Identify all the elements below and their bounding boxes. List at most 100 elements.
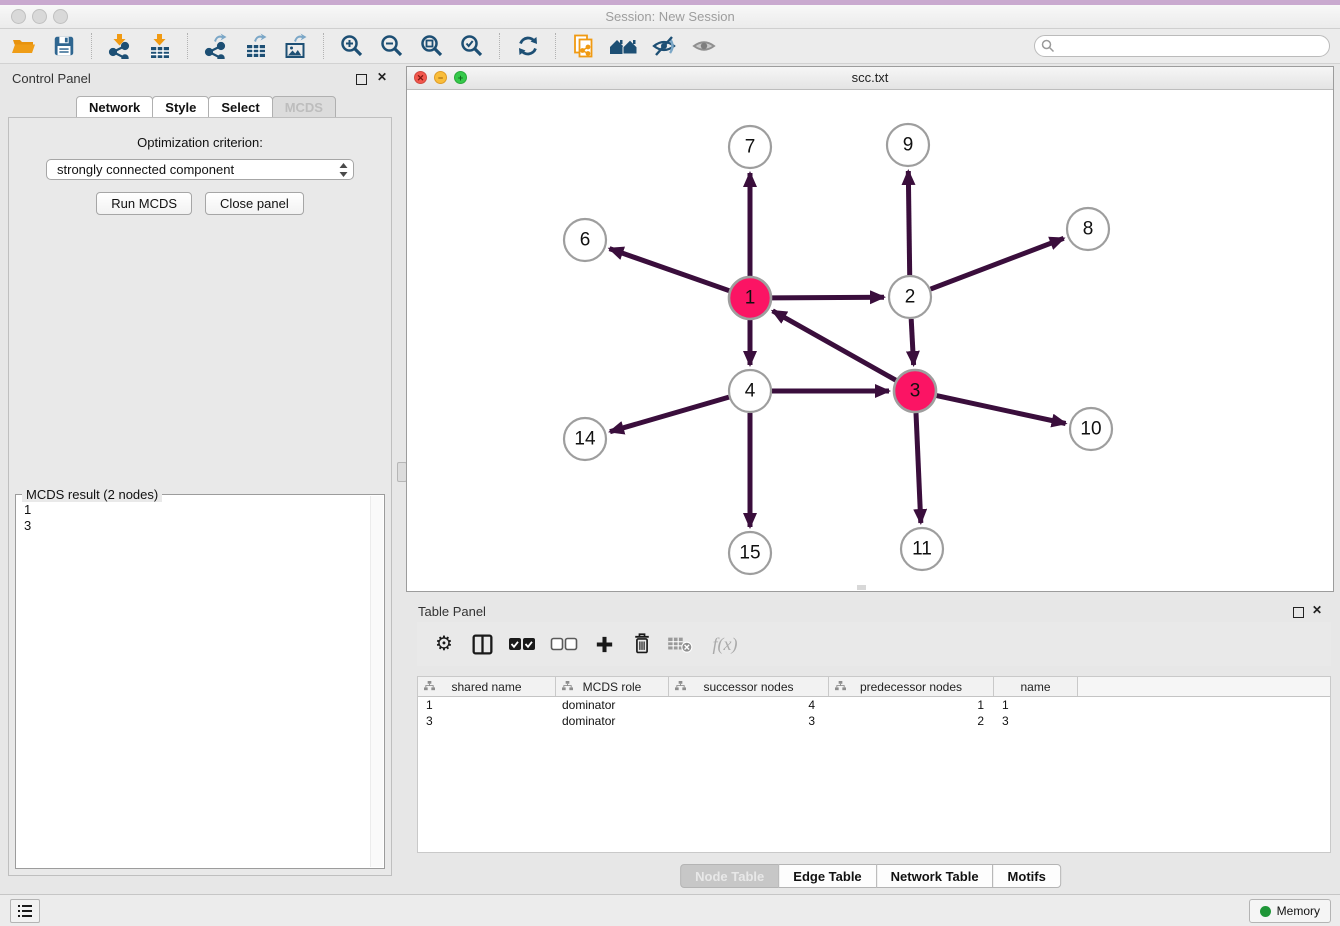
export-table-button[interactable] (240, 32, 272, 60)
node-label-9: 9 (903, 135, 914, 156)
task-history-button[interactable] (10, 899, 40, 923)
network-document-icon (571, 33, 597, 59)
import-network-button[interactable] (104, 32, 136, 60)
edge-2-8[interactable] (931, 238, 1064, 289)
table-row[interactable]: 1 dominator 4 1 1 (418, 697, 1330, 713)
cell-predecessor-nodes[interactable]: 1 (829, 698, 994, 712)
cell-successor-nodes[interactable]: 4 (669, 698, 829, 712)
save-session-button[interactable] (48, 32, 80, 60)
delete-column-button[interactable] (629, 632, 655, 656)
tab-mcds[interactable]: MCDS (272, 96, 336, 118)
network-window-titlebar[interactable]: ✕ − + scc.txt (407, 67, 1333, 90)
cell-successor-nodes[interactable]: 3 (669, 714, 829, 728)
network-canvas[interactable]: 1234678910111415 (407, 90, 1333, 591)
import-network-icon (107, 33, 133, 59)
function-builder-button[interactable]: f(x) (705, 634, 745, 655)
column-header-mcds-role[interactable]: MCDS role (556, 677, 669, 696)
zoom-fit-button[interactable] (416, 32, 448, 60)
edge-3-10[interactable] (937, 396, 1066, 424)
cell-predecessor-nodes[interactable]: 2 (829, 714, 994, 728)
zoom-in-icon (339, 33, 365, 59)
show-columns-button[interactable] (469, 633, 495, 656)
node-label-15: 15 (739, 543, 760, 564)
delete-table-icon (667, 634, 693, 654)
column-header-name[interactable]: name (994, 677, 1078, 696)
hide-selected-button[interactable] (648, 32, 680, 60)
zoom-in-button[interactable] (336, 32, 368, 60)
header-filler (1078, 677, 1330, 696)
node-label-3: 3 (910, 381, 921, 402)
close-panel-icon[interactable]: ✕ (377, 70, 387, 84)
export-network-button[interactable] (200, 32, 232, 60)
close-table-panel-icon[interactable]: ✕ (1312, 603, 1322, 617)
tab-style[interactable]: Style (152, 96, 209, 118)
export-image-button[interactable] (280, 32, 312, 60)
tab-node-table[interactable]: Node Table (680, 864, 779, 888)
column-header-predecessor-nodes[interactable]: predecessor nodes (829, 677, 994, 696)
network-view-window: ✕ − + scc.txt 1234678910111415 (406, 66, 1334, 592)
canvas-resize-grip[interactable] (857, 585, 866, 590)
create-column-button[interactable] (591, 634, 617, 655)
mcds-result-group: MCDS result (2 nodes) 1 3 (15, 494, 385, 869)
unchecked-boxes-icon (550, 636, 578, 652)
tab-edge-table[interactable]: Edge Table (778, 864, 876, 888)
apply-layout-button[interactable] (512, 32, 544, 60)
select-all-columns-button[interactable] (507, 636, 537, 652)
export-network-icon (203, 33, 229, 59)
network-minimize-button[interactable]: − (434, 71, 447, 84)
float-panel-icon[interactable] (356, 74, 367, 85)
show-all-button[interactable] (608, 32, 640, 60)
edge-1-2[interactable] (772, 297, 884, 298)
eye-icon (691, 33, 717, 59)
close-panel-button[interactable]: Close panel (205, 192, 304, 215)
open-session-button[interactable] (8, 32, 40, 60)
import-table-button[interactable] (144, 32, 176, 60)
list-icon (17, 904, 33, 918)
criterion-dropdown[interactable]: strongly connected component (46, 159, 354, 180)
table-row[interactable]: 3 dominator 3 2 3 (418, 713, 1330, 729)
float-table-panel-icon[interactable] (1293, 607, 1304, 618)
result-scrollbar[interactable] (370, 496, 383, 867)
table-settings-button[interactable]: ⚙ (431, 633, 457, 655)
tab-motifs[interactable]: Motifs (993, 864, 1061, 888)
zoom-out-button[interactable] (376, 32, 408, 60)
cell-mcds-role[interactable]: dominator (556, 714, 669, 728)
table-toolbar: ⚙ (417, 622, 1331, 666)
node-label-8: 8 (1083, 219, 1094, 240)
run-mcds-button[interactable]: Run MCDS (96, 192, 192, 215)
tab-network[interactable]: Network (76, 96, 153, 118)
edge-3-1[interactable] (773, 311, 896, 380)
zoom-selected-button[interactable] (456, 32, 488, 60)
edge-1-6[interactable] (610, 249, 730, 291)
new-network-from-selection-button[interactable] (568, 32, 600, 60)
sort-tree-icon (424, 681, 435, 692)
zoom-fit-icon (419, 33, 445, 59)
control-panel: Control Panel ✕ Network Style Select MCD… (0, 63, 401, 894)
edge-2-3[interactable] (911, 319, 913, 365)
memory-button[interactable]: Memory (1249, 899, 1331, 923)
unselect-all-columns-button[interactable] (549, 636, 579, 652)
cell-shared-name[interactable]: 3 (418, 714, 556, 728)
tab-network-table[interactable]: Network Table (876, 864, 994, 888)
network-close-button[interactable]: ✕ (414, 71, 427, 84)
export-table-icon (243, 33, 269, 59)
cell-name[interactable]: 1 (994, 698, 1078, 712)
refresh-icon (515, 33, 541, 59)
column-header-shared-name[interactable]: shared name (418, 677, 556, 696)
edge-2-9[interactable] (908, 171, 909, 275)
table-header-row: shared name MCDS role (418, 677, 1330, 697)
tab-select[interactable]: Select (208, 96, 272, 118)
table-panel: Table Panel ✕ ⚙ (406, 596, 1334, 890)
toolbar-separator (91, 33, 93, 59)
search-input[interactable] (1055, 37, 1329, 55)
edge-4-14[interactable] (610, 397, 729, 432)
network-maximize-button[interactable]: + (454, 71, 467, 84)
edge-3-11[interactable] (916, 413, 921, 523)
cell-name[interactable]: 3 (994, 714, 1078, 728)
cell-mcds-role[interactable]: dominator (556, 698, 669, 712)
search-box[interactable] (1034, 35, 1330, 57)
show-hidden-button[interactable] (688, 32, 720, 60)
delete-table-button[interactable] (667, 634, 693, 654)
cell-shared-name[interactable]: 1 (418, 698, 556, 712)
column-header-successor-nodes[interactable]: successor nodes (669, 677, 829, 696)
